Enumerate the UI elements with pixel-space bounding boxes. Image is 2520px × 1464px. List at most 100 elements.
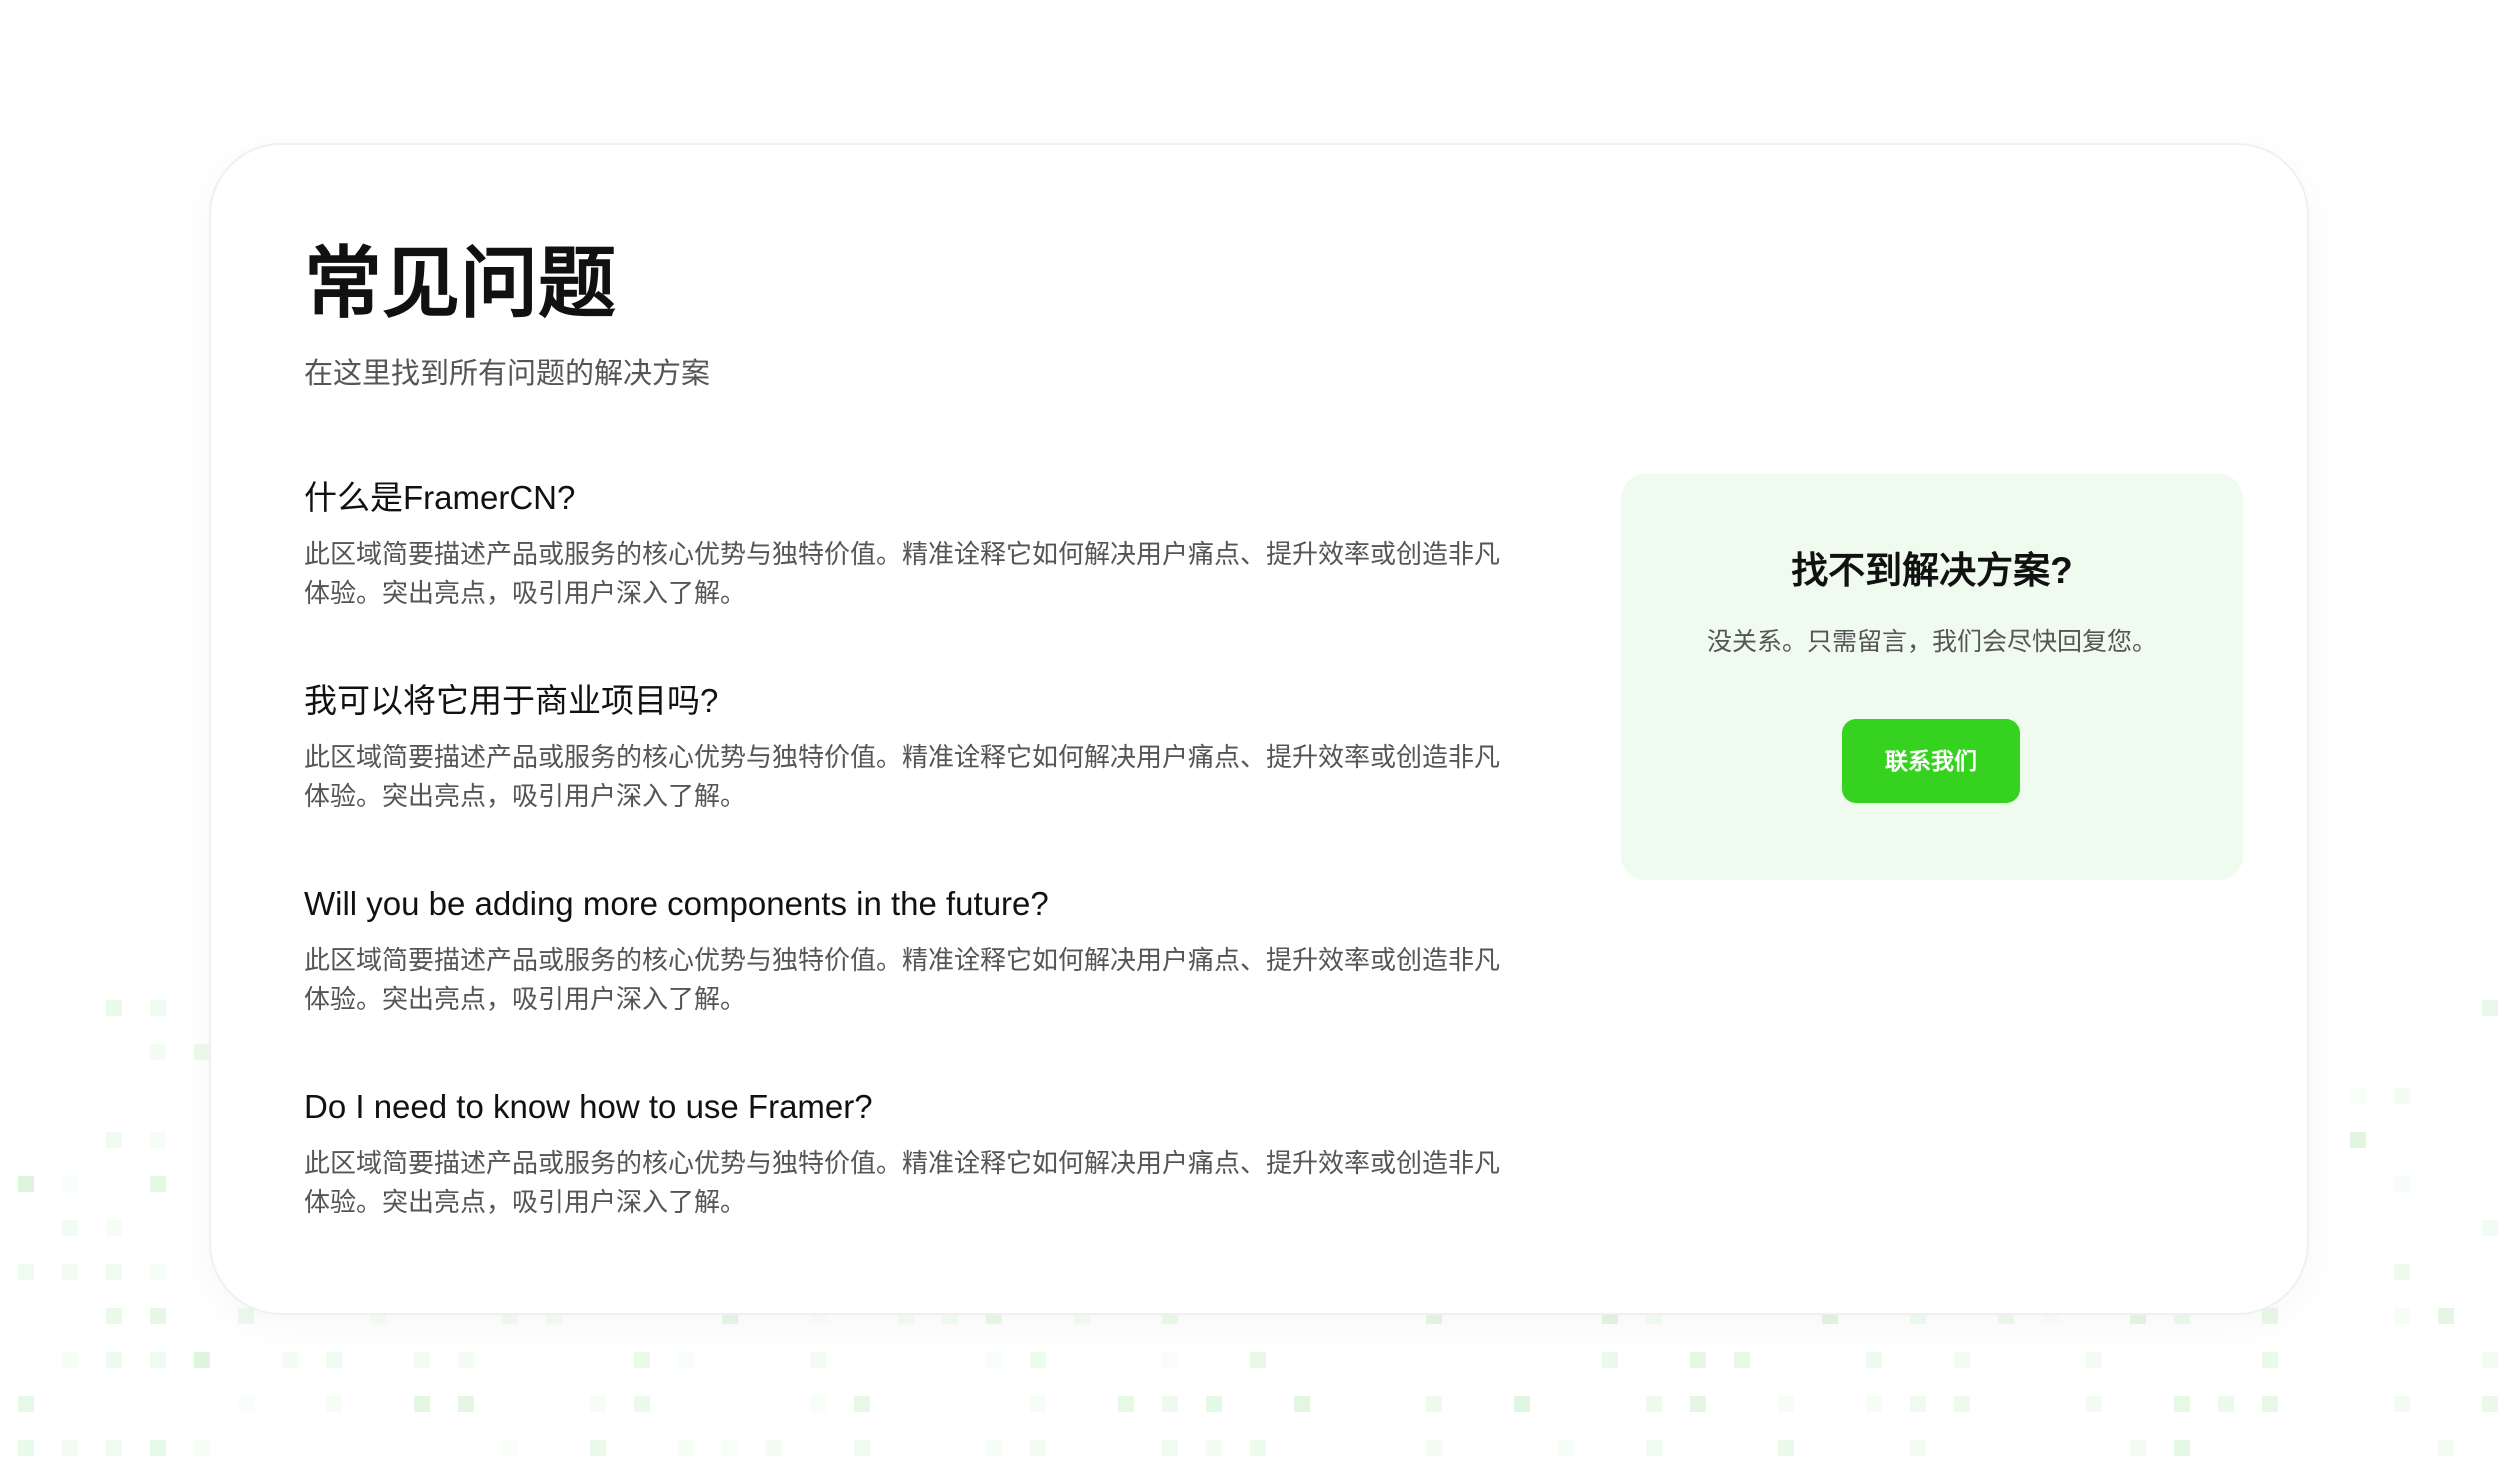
faq-page: 常见问题 在这里找到所有问题的解决方案 什么是FramerCN? 此区域简要描述…	[0, 0, 2520, 1464]
background-pixel	[326, 1396, 342, 1412]
background-pixel	[2482, 1220, 2498, 1236]
background-pixel	[2394, 1264, 2410, 1280]
background-pixel	[1954, 1352, 1970, 1368]
background-pixel	[238, 1396, 254, 1412]
background-pixel	[986, 1352, 1002, 1368]
background-pixel	[106, 1000, 122, 1016]
background-pixel	[2086, 1396, 2102, 1412]
background-pixel	[2482, 1396, 2498, 1412]
background-pixel	[18, 1396, 34, 1412]
faq-answer: 此区域简要描述产品或服务的核心优势与独特价值。精准诠释它如何解决用户痛点、提升效…	[304, 945, 1501, 1014]
faq-item-what-is-framercn: 什么是FramerCN? 此区域简要描述产品或服务的核心优势与独特价值。精准诠释…	[304, 471, 1519, 674]
background-pixel	[1250, 1440, 1266, 1456]
background-pixel	[106, 1264, 122, 1280]
background-pixel	[150, 1308, 166, 1324]
contact-us-button[interactable]: 联系我们	[1842, 719, 2020, 803]
background-pixel	[1910, 1440, 1926, 1456]
background-pixel	[18, 1264, 34, 1280]
background-pixel	[986, 1440, 1002, 1456]
background-pixel	[1250, 1352, 1266, 1368]
contact-help-panel: 找不到解决方案? 没关系。只需留言，我们会尽快回复您。 联系我们	[1621, 474, 2243, 880]
background-pixel	[2262, 1308, 2278, 1324]
background-pixel	[1866, 1352, 1882, 1368]
background-pixel	[2174, 1396, 2190, 1412]
background-pixel	[1030, 1440, 1046, 1456]
background-pixel	[150, 1000, 166, 1016]
faq-answer: 此区域简要描述产品或服务的核心优势与独特价值。精准诠释它如何解决用户痛点、提升效…	[304, 742, 1501, 811]
background-pixel	[2394, 1308, 2410, 1324]
background-pixel	[414, 1352, 430, 1368]
background-pixel	[150, 1440, 166, 1456]
background-pixel	[106, 1132, 122, 1148]
help-panel-title: 找不到解决方案?	[1791, 550, 2073, 591]
background-pixel	[2262, 1396, 2278, 1412]
background-pixel	[1206, 1440, 1222, 1456]
background-pixel	[18, 1440, 34, 1456]
background-pixel	[1558, 1440, 1574, 1456]
faq-answer: 此区域简要描述产品或服务的核心优势与独特价值。精准诠释它如何解决用户痛点、提升效…	[304, 1148, 1501, 1217]
faq-question: 什么是FramerCN?	[304, 479, 576, 516]
background-pixel	[106, 1308, 122, 1324]
background-pixel	[62, 1264, 78, 1280]
background-pixel	[634, 1396, 650, 1412]
faq-item-more-components: Will you be adding more components in th…	[304, 877, 1519, 1080]
background-pixel	[2350, 1132, 2366, 1148]
background-pixel	[1954, 1396, 1970, 1412]
background-pixel	[1162, 1396, 1178, 1412]
background-pixel	[1646, 1396, 1662, 1412]
background-pixel	[458, 1396, 474, 1412]
background-pixel	[1778, 1396, 1794, 1412]
background-pixel	[2350, 1088, 2366, 1104]
background-pixel	[1162, 1352, 1178, 1368]
background-pixel	[62, 1352, 78, 1368]
background-pixel	[1426, 1440, 1442, 1456]
background-pixel	[2394, 1396, 2410, 1412]
faq-item-commercial-use: 我可以将它用于商业项目吗? 此区域简要描述产品或服务的核心优势与独特价值。精准诠…	[304, 674, 1519, 877]
background-pixel	[2438, 1440, 2454, 1456]
background-pixel	[282, 1352, 298, 1368]
background-pixel	[1030, 1396, 1046, 1412]
background-pixel	[2394, 1176, 2410, 1192]
background-pixel	[854, 1396, 870, 1412]
background-pixel	[2174, 1440, 2190, 1456]
background-pixel	[1646, 1440, 1662, 1456]
faq-answer: 此区域简要描述产品或服务的核心优势与独特价值。精准诠释它如何解决用户痛点、提升效…	[304, 539, 1501, 608]
background-pixel	[1206, 1396, 1222, 1412]
background-pixel	[1118, 1396, 1134, 1412]
background-pixel	[62, 1440, 78, 1456]
background-pixel	[150, 1132, 166, 1148]
background-pixel	[590, 1440, 606, 1456]
background-pixel	[1294, 1396, 1310, 1412]
background-pixel	[194, 1044, 210, 1060]
faq-question: Do I need to know how to use Framer?	[304, 1088, 873, 1125]
help-panel-text: 没关系。只需留言，我们会尽快回复您。	[1706, 628, 2157, 656]
faq-question: Will you be adding more components in th…	[304, 885, 1049, 922]
background-pixel	[854, 1440, 870, 1456]
background-pixel	[502, 1440, 518, 1456]
background-pixel	[766, 1440, 782, 1456]
background-pixel	[326, 1352, 342, 1368]
faq-question: 我可以将它用于商业项目吗?	[304, 682, 719, 719]
page-title: 常见问题	[304, 239, 617, 327]
faq-list: 什么是FramerCN? 此区域简要描述产品或服务的核心优势与独特价值。精准诠释…	[304, 471, 1519, 1283]
faq-card: 常见问题 在这里找到所有问题的解决方案 什么是FramerCN? 此区域简要描述…	[209, 143, 2309, 1315]
background-pixel	[414, 1396, 430, 1412]
background-pixel	[62, 1176, 78, 1192]
background-pixel	[1690, 1396, 1706, 1412]
faq-item-framer-knowledge: Do I need to know how to use Framer? 此区域…	[304, 1080, 1519, 1283]
background-pixel	[2218, 1396, 2234, 1412]
background-pixel	[1030, 1352, 1046, 1368]
background-pixel	[1690, 1352, 1706, 1368]
background-pixel	[62, 1220, 78, 1236]
background-pixel	[2482, 1000, 2498, 1016]
background-pixel	[1602, 1352, 1618, 1368]
background-pixel	[678, 1440, 694, 1456]
background-pixel	[2482, 1352, 2498, 1368]
background-pixel	[1910, 1396, 1926, 1412]
background-pixel	[2130, 1440, 2146, 1456]
background-pixel	[106, 1440, 122, 1456]
background-pixel	[2086, 1352, 2102, 1368]
background-pixel	[238, 1308, 254, 1324]
page-subtitle: 在这里找到所有问题的解决方案	[304, 358, 711, 390]
background-pixel	[2262, 1352, 2278, 1368]
